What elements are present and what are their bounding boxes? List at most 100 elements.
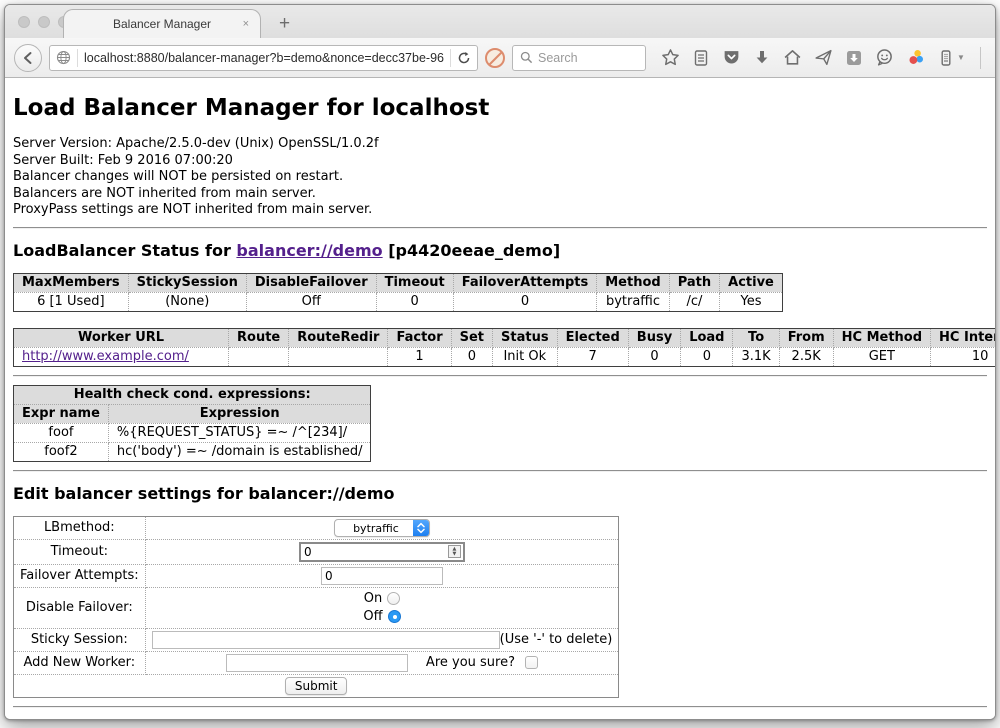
failover-on-radio[interactable] xyxy=(387,592,400,605)
window-minimize-button[interactable] xyxy=(38,16,50,28)
col-status: Status xyxy=(493,328,558,347)
number-stepper-icon[interactable]: ▲▼ xyxy=(448,545,461,558)
toolbar-icons: ▼ xyxy=(661,47,996,69)
cell-load: 0 xyxy=(681,347,733,366)
edit-balancer-form: LBmethod: bytraffic Timeout: ▲▼ xyxy=(13,516,619,698)
are-you-sure-checkbox[interactable] xyxy=(525,656,538,669)
home-icon[interactable] xyxy=(783,48,802,67)
cell-method: bytraffic xyxy=(597,292,669,311)
col-worker-url: Worker URL xyxy=(14,328,229,347)
save-to-device-icon[interactable] xyxy=(845,49,863,67)
col-hc-interval: HC Interval xyxy=(931,328,995,347)
tab-balancer-manager[interactable]: Balancer Manager × xyxy=(63,9,261,38)
send-icon[interactable] xyxy=(814,48,833,67)
browser-window: Balancer Manager × + localhost:8880/bala… xyxy=(4,4,996,720)
section-divider xyxy=(13,227,987,229)
search-icon xyxy=(520,51,533,64)
feedback-smiley-icon[interactable] xyxy=(875,48,894,67)
cell-factor: 1 xyxy=(388,347,451,366)
col-busy: Busy xyxy=(628,328,680,347)
tab-bar: Balancer Manager × + xyxy=(5,5,995,38)
url-bar[interactable]: localhost:8880/balancer-manager?b=demo&n… xyxy=(49,45,478,71)
col-factor: Factor xyxy=(388,328,451,347)
cell-disablefailover: Off xyxy=(246,292,376,311)
balancer-demo-link[interactable]: balancer://demo xyxy=(236,241,382,260)
reading-list-icon[interactable] xyxy=(692,49,710,67)
health-row: foof %{REQUEST_STATUS} =~ /^[234]/ xyxy=(14,423,371,442)
globe-icon xyxy=(56,50,71,65)
col-to: To xyxy=(733,328,779,347)
page-content: Load Balancer Manager for localhost Serv… xyxy=(5,78,995,719)
cell-path: /c/ xyxy=(669,292,719,311)
failover-on-label: On xyxy=(364,591,382,606)
health-row: foof2 hc('body') =~ /domain is establish… xyxy=(14,442,371,461)
form-row-disable-failover: Disable Failover: On Off xyxy=(14,587,619,628)
col-route: Route xyxy=(229,328,289,347)
cell-maxmembers: 6 [1 Used] xyxy=(14,292,129,311)
cell-hc-method: GET xyxy=(833,347,930,366)
col-routeredir: RouteRedir xyxy=(289,328,388,347)
cell-hc-interval: 10 xyxy=(931,347,995,366)
add-worker-input[interactable] xyxy=(226,654,408,672)
server-version: Server Version: Apache/2.5.0-dev (Unix) … xyxy=(13,136,987,153)
back-button[interactable] xyxy=(14,44,42,72)
window-close-button[interactable] xyxy=(18,16,30,28)
sticky-session-input[interactable] xyxy=(152,631,500,649)
form-row-timeout: Timeout: ▲▼ xyxy=(14,539,619,564)
address-text[interactable]: localhost:8880/balancer-manager?b=demo&n… xyxy=(84,51,444,65)
status-heading-prefix: LoadBalancer Status for xyxy=(13,241,236,260)
col-active: Active xyxy=(720,273,783,292)
failover-off-radio[interactable] xyxy=(388,610,401,623)
cell-from: 2.5K xyxy=(779,347,833,366)
col-load: Load xyxy=(681,328,733,347)
colored-dots-extension-icon[interactable] xyxy=(906,48,925,67)
pocket-icon[interactable] xyxy=(722,48,741,67)
proxypass-note: ProxyPass settings are NOT inherited fro… xyxy=(13,202,987,219)
back-arrow-icon xyxy=(20,50,36,66)
failover-attempts-input[interactable] xyxy=(321,567,443,585)
timeout-input[interactable] xyxy=(304,545,448,559)
lbmethod-select[interactable]: bytraffic xyxy=(334,519,430,537)
submit-button[interactable]: Submit xyxy=(285,677,348,695)
search-bar[interactable] xyxy=(512,45,646,71)
tab-close-icon[interactable]: × xyxy=(243,17,249,31)
table-row: 6 [1 Used] (None) Off 0 0 bytraffic /c/ … xyxy=(14,292,783,311)
device-battery-icon[interactable]: ▼ xyxy=(937,49,965,67)
form-row-submit: Submit xyxy=(14,674,619,697)
cell-status: Init Ok xyxy=(493,347,558,366)
col-from: From xyxy=(779,328,833,347)
cell-routeredir xyxy=(289,347,388,366)
table-title-row: Health check cond. expressions: xyxy=(14,385,371,404)
timeout-input-wrap: ▲▼ xyxy=(299,542,465,562)
cell-timeout: 0 xyxy=(376,292,453,311)
section-divider xyxy=(13,375,987,377)
search-input[interactable] xyxy=(538,51,638,65)
worker-url-link[interactable]: http://www.example.com/ xyxy=(22,349,189,364)
reload-icon[interactable] xyxy=(457,51,471,65)
cell-stickysession: (None) xyxy=(128,292,246,311)
cell-to: 3.1K xyxy=(733,347,779,366)
table-header-row: MaxMembers StickySession DisableFailover… xyxy=(14,273,783,292)
col-maxmembers: MaxMembers xyxy=(14,273,129,292)
form-row-failover-attempts: Failover Attempts: xyxy=(14,564,619,587)
chevron-down-icon[interactable]: ▼ xyxy=(957,53,965,62)
content-blocker-icon[interactable] xyxy=(485,48,505,68)
col-path: Path xyxy=(669,273,719,292)
col-expr-name: Expr name xyxy=(14,404,109,423)
timeout-label: Timeout: xyxy=(14,539,146,564)
col-method: Method xyxy=(597,273,669,292)
bookmark-star-icon[interactable] xyxy=(661,48,680,67)
new-tab-button[interactable]: + xyxy=(279,15,290,33)
col-expression: Expression xyxy=(108,404,371,423)
cell-set: 0 xyxy=(451,347,492,366)
col-disablefailover: DisableFailover xyxy=(246,273,376,292)
persist-note: Balancer changes will NOT be persisted o… xyxy=(13,169,987,186)
col-set: Set xyxy=(451,328,492,347)
worker-row: http://www.example.com/ 1 0 Init Ok 7 0 … xyxy=(14,347,996,366)
cell-route xyxy=(229,347,289,366)
status-heading-suffix: [p4420eeae_demo] xyxy=(383,241,561,260)
downloads-icon[interactable] xyxy=(753,49,771,67)
urlbar-divider xyxy=(450,49,451,67)
section-divider xyxy=(13,470,987,472)
cell-expression: hc('body') =~ /domain is established/ xyxy=(108,442,371,461)
